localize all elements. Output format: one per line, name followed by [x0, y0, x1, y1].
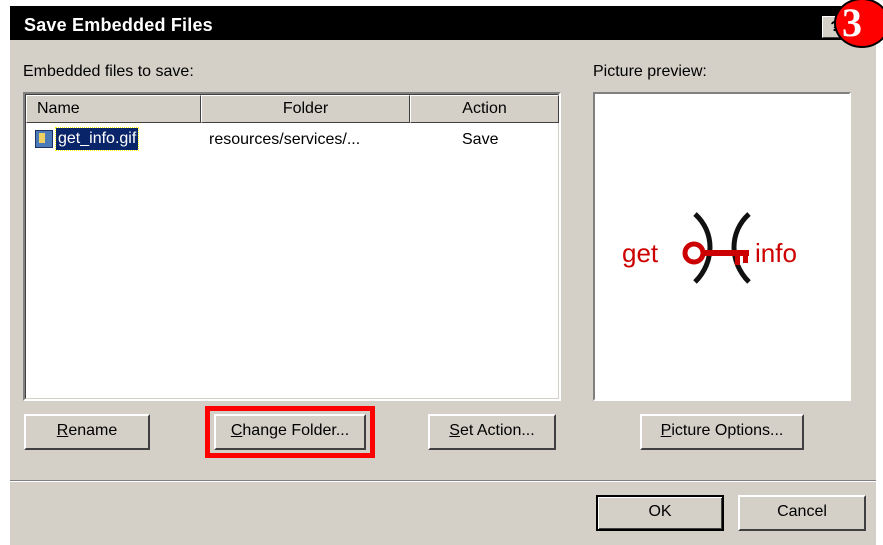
- title-bar[interactable]: Save Embedded Files ?: [10, 6, 876, 40]
- file-action-cell: Save: [462, 131, 499, 148]
- logo-text-get: get: [622, 238, 659, 268]
- picture-preview-pane: get info: [593, 92, 851, 401]
- key-shaft: [703, 250, 749, 256]
- logo-text-info: info: [755, 238, 797, 268]
- files-list-label: Embedded files to save:: [23, 63, 194, 80]
- picture-options-button[interactable]: Picture Options...: [640, 414, 804, 450]
- picture-preview-label: Picture preview:: [593, 63, 707, 80]
- key-bow: [682, 241, 706, 265]
- file-name-cell[interactable]: get_info.gif: [54, 127, 140, 151]
- column-header-name[interactable]: Name: [26, 95, 201, 123]
- embedded-files-list[interactable]: Name Folder Action get_info.gif resource…: [23, 92, 561, 401]
- set-action-button[interactable]: Set Action...: [428, 414, 556, 450]
- change-folder-highlight: [205, 406, 375, 458]
- key-tooth-1: [735, 256, 740, 265]
- image-file-icon: [35, 130, 53, 148]
- file-folder-cell: resources/services/...: [209, 131, 361, 148]
- logo-right-arc: [731, 212, 751, 284]
- column-header-folder[interactable]: Folder: [201, 95, 410, 123]
- ok-button[interactable]: OK: [596, 495, 724, 531]
- dialog-title: Save Embedded Files: [24, 15, 213, 35]
- key-tooth-2: [743, 256, 748, 263]
- separator-line: [10, 480, 876, 482]
- rename-button[interactable]: Rename: [24, 414, 150, 450]
- step-number-badge: 3: [834, 0, 883, 48]
- get-info-logo: get info: [622, 212, 797, 284]
- cancel-button[interactable]: Cancel: [738, 495, 866, 531]
- column-header-action[interactable]: Action: [410, 95, 559, 123]
